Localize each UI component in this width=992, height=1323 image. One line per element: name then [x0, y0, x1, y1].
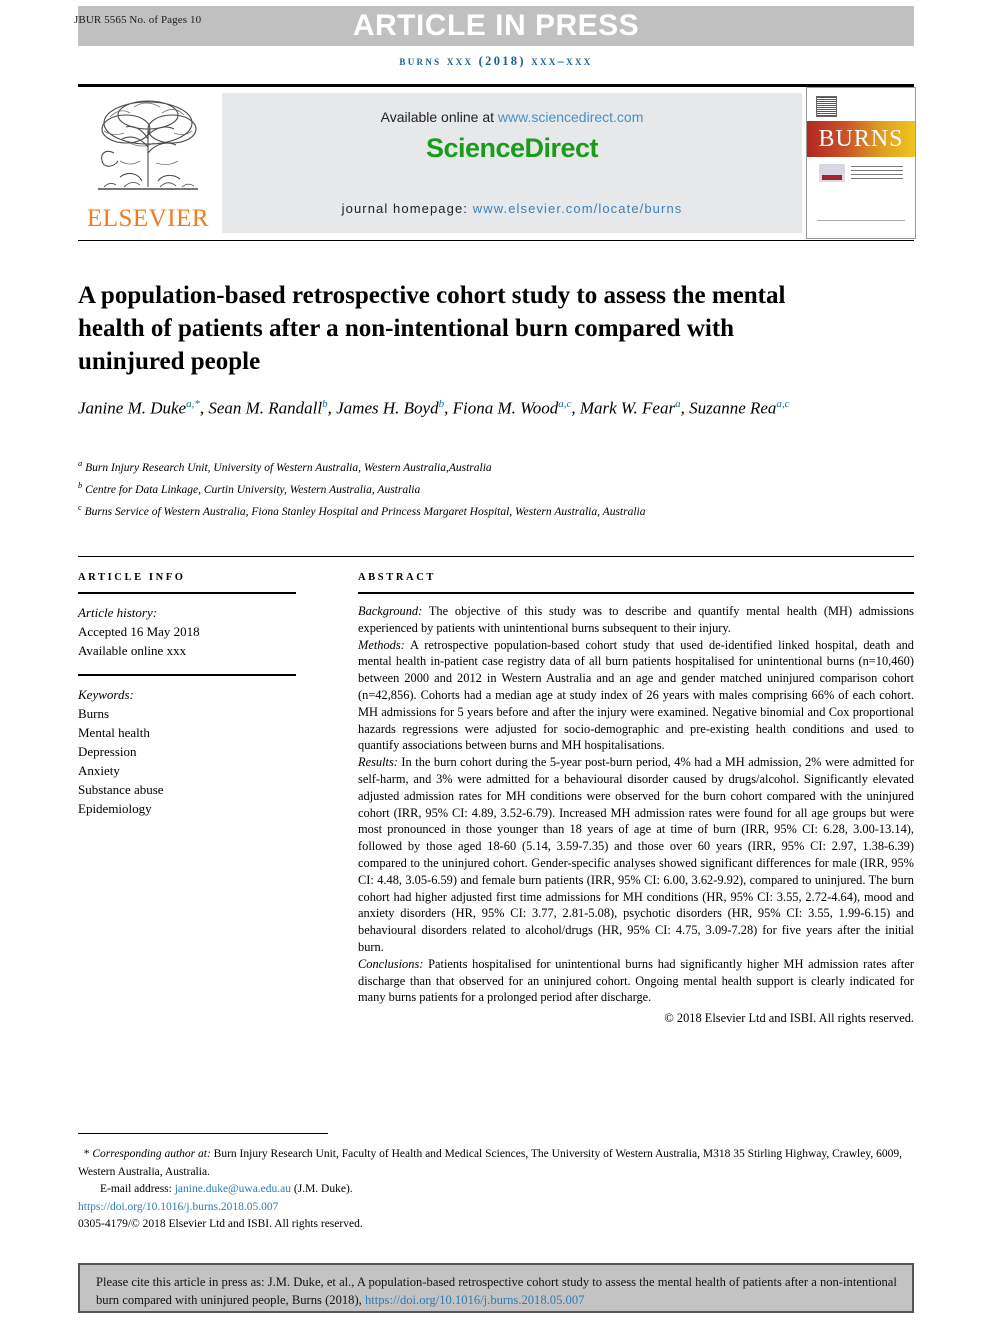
author-name: Suzanne Rea: [689, 398, 777, 418]
abstract-conclusions-label: Conclusions:: [358, 956, 424, 971]
available-online-line: Available online at www.sciencedirect.co…: [222, 109, 802, 125]
keyword-item: Burns: [78, 706, 110, 721]
keywords-rule: [78, 674, 296, 676]
affiliation-text: Centre for Data Linkage, Curtin Universi…: [85, 483, 421, 496]
article-history-label: Article history:: [78, 605, 158, 620]
elsevier-wordmark: ELSEVIER: [86, 205, 210, 232]
cite-doi-link[interactable]: https://doi.org/10.1016/j.burns.2018.05.…: [365, 1293, 584, 1307]
abstract-methods-text: A retrospective population-based cohort …: [358, 637, 914, 753]
email-label: E-mail address:: [100, 1183, 175, 1195]
article-history-block: Article history: Accepted 16 May 2018 Av…: [78, 603, 308, 660]
affiliation-text: Burns Service of Western Australia, Fion…: [84, 505, 646, 518]
affiliation-item: b Centre for Data Linkage, Curtin Univer…: [78, 477, 888, 499]
sciencedirect-logo: ScienceDirect: [425, 133, 599, 163]
abstract-rule: [358, 592, 914, 594]
keyword-item: Substance abuse: [78, 782, 164, 797]
abstract-copyright: © 2018 Elsevier Ltd and ISBI. All rights…: [664, 1011, 914, 1026]
affiliation-text: Burn Injury Research Unit, University of…: [85, 461, 492, 474]
keywords-label: Keywords:: [78, 687, 134, 702]
corresponding-author-label: Corresponding author at:: [92, 1148, 211, 1160]
journal-homepage-prefix: journal homepage:: [341, 201, 473, 216]
cite-this-article-box: Please cite this article in press as: J.…: [78, 1263, 914, 1313]
abstract-results-label: Results:: [358, 755, 398, 770]
isbi-emblem-icon: [819, 164, 845, 182]
journal-cover-thumbnail: BURNS: [806, 87, 916, 239]
asterisk-icon: *: [78, 1148, 90, 1160]
abstract-column: ABSTRACT Background: The objective of th…: [358, 572, 914, 1027]
article-info-rule: [78, 592, 296, 594]
accepted-date: Accepted 16 May 2018: [78, 624, 200, 639]
author-name: Mark W. Fear: [579, 398, 676, 418]
affiliation-mark: b: [78, 479, 83, 490]
abstract-background-label: Background:: [358, 604, 423, 618]
abstract-heading: ABSTRACT: [358, 572, 436, 583]
doi-link[interactable]: https://doi.org/10.1016/j.burns.2018.05.…: [78, 1201, 278, 1213]
sciencedirect-banner: Available online at www.sciencedirect.co…: [222, 93, 802, 233]
cover-journal-title: BURNS: [818, 126, 904, 152]
affiliation-mark: c: [78, 501, 82, 512]
cover-society-text-lines: [851, 166, 903, 180]
elsevier-tree-icon: [98, 100, 198, 190]
cite-this-article-text: Please cite this article in press as: J.…: [96, 1273, 900, 1309]
article-first-page: ARTICLE IN PRESS JBUR 5565 No. of Pages …: [0, 0, 992, 1323]
available-online-prefix: Available online at: [380, 109, 498, 125]
keyword-item: Mental health: [78, 725, 150, 740]
email-note: E-mail address: janine.duke@uwa.edu.au (…: [78, 1181, 914, 1199]
doi-line: https://doi.org/10.1016/j.burns.2018.05.…: [78, 1199, 914, 1217]
journal-citation-line: burns xxx (2018) xxx–xxx: [399, 54, 593, 68]
affiliation-list: a Burn Injury Research Unit, University …: [78, 455, 888, 520]
page-title: A population-based retrospective cohort …: [78, 281, 786, 375]
publisher-strip: ELSEVIER Available online at www.science…: [78, 87, 916, 239]
article-in-press-label: ARTICLE IN PRESS: [352, 9, 640, 42]
keyword-item: Epidemiology: [78, 801, 152, 816]
author-list: Janine M. Dukea,*, Sean M. Randallb, Jam…: [78, 398, 790, 418]
author-name: Fiona M. Wood: [452, 398, 559, 418]
available-online-date: Available online xxx: [78, 643, 187, 658]
keyword-item: Depression: [78, 744, 137, 759]
journal-homepage-line: journal homepage: www.elsevier.com/locat…: [222, 201, 802, 216]
manuscript-id-label: JBUR 5565 No. of Pages 10: [74, 14, 202, 26]
author-affiliation-marks: b: [438, 398, 445, 410]
issn-copyright-line: 0305-4179/© 2018 Elsevier Ltd and ISBI. …: [78, 1218, 363, 1230]
affiliation-item: a Burn Injury Research Unit, University …: [78, 455, 888, 477]
abstract-conclusions-text: Patients hospitalised for unintentional …: [358, 956, 914, 1005]
affiliation-mark: a: [78, 458, 83, 468]
article-in-press-banner: ARTICLE IN PRESS: [78, 6, 914, 46]
section-divider-rule: [78, 556, 914, 557]
sciencedirect-link[interactable]: www.sciencedirect.com: [498, 109, 644, 125]
author-name: Sean M. Randall: [208, 398, 323, 418]
abstract-conclusions: Conclusions: Patients hospitalised for u…: [358, 956, 914, 1006]
email-suffix: (J.M. Duke).: [291, 1183, 353, 1195]
author-affiliation-marks: a,c: [776, 398, 790, 410]
journal-homepage-link[interactable]: www.elsevier.com/locate/burns: [473, 201, 683, 216]
keywords-block: Keywords: Burns Mental health Depression…: [78, 685, 308, 818]
abstract-results: Results: In the burn cohort during the 5…: [358, 754, 914, 956]
abstract-background-text: The objective of this study was to descr…: [358, 604, 914, 635]
email-link[interactable]: janine.duke@uwa.edu.au: [175, 1183, 291, 1195]
article-info-heading: ARTICLE INFO: [78, 572, 186, 583]
abstract-background: Background: The objective of this study …: [358, 603, 914, 637]
cover-divider: [817, 220, 905, 221]
author-affiliation-marks: b: [322, 398, 328, 410]
corresponding-author-note: * Corresponding author at: Burn Injury R…: [78, 1146, 914, 1181]
author-name: Janine M. Duke: [78, 398, 187, 418]
keyword-list: Burns Mental health Depression Anxiety S…: [78, 704, 308, 818]
cover-barcode-icon: [816, 96, 837, 117]
article-info-column: ARTICLE INFO Article history: Accepted 1…: [78, 572, 308, 818]
abstract-body: Background: The objective of this study …: [358, 603, 914, 1027]
elsevier-logo: ELSEVIER: [78, 87, 218, 239]
affiliation-item: c Burns Service of Western Australia, Fi…: [78, 499, 888, 521]
footnote-block: * Corresponding author at: Burn Injury R…: [78, 1146, 914, 1234]
abstract-methods: Methods: A retrospective population-base…: [358, 637, 914, 755]
abstract-results-text: In the burn cohort during the 5-year pos…: [358, 755, 914, 954]
author-affiliation-marks: a: [675, 398, 681, 410]
author-name: James H. Boyd: [336, 398, 439, 418]
keyword-item: Anxiety: [78, 763, 120, 778]
author-affiliation-marks: a,c: [558, 398, 572, 410]
footnote-rule: [78, 1133, 328, 1134]
header-rule-bottom: [78, 240, 914, 241]
author-affiliation-marks: a,*: [186, 398, 200, 410]
abstract-methods-label: Methods:: [358, 637, 405, 652]
